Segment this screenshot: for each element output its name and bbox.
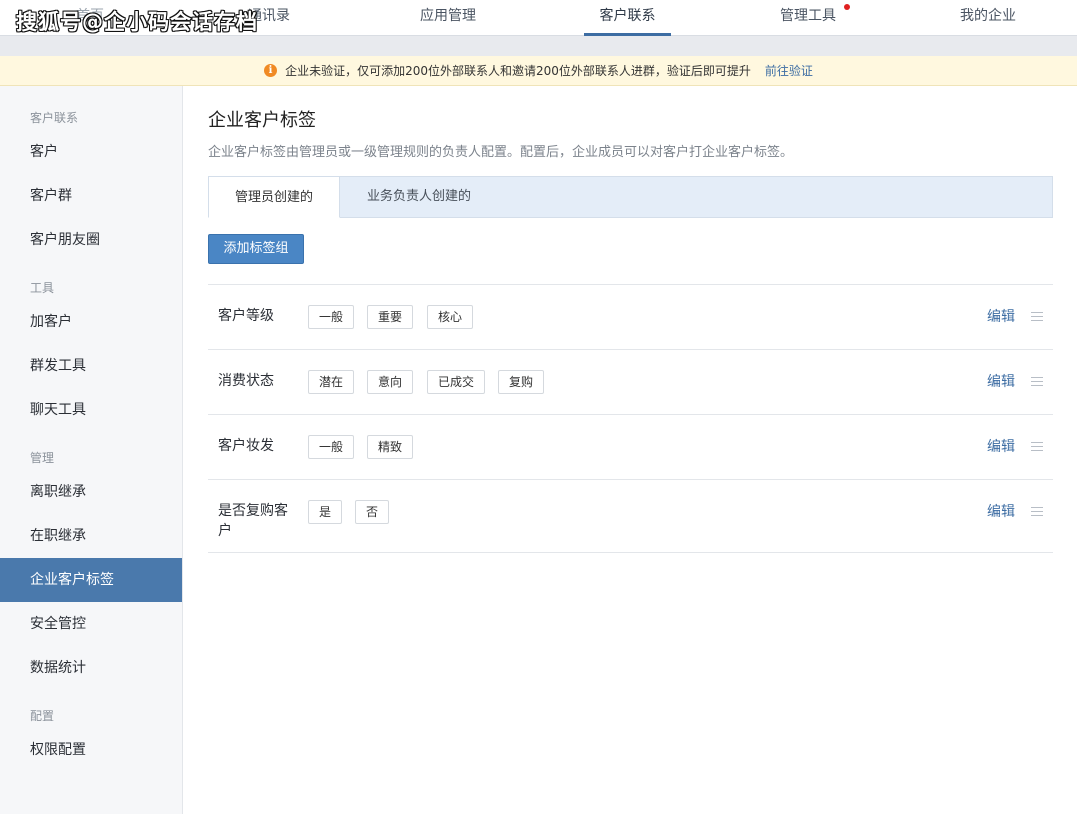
sidebar-item-customer-tags[interactable]: 企业客户标签 [0, 558, 182, 602]
tag-chip[interactable]: 一般 [308, 305, 354, 329]
edit-link[interactable]: 编辑 [987, 436, 1015, 456]
drag-handle-icon[interactable] [1031, 312, 1043, 321]
sidebar-group-tools: 工具 [30, 281, 55, 295]
tag-group-row: 是否复购客户 是 否 编辑 [208, 480, 1053, 553]
watermark: 搜狐号@企小码会话存档 [16, 10, 258, 34]
tag-chip[interactable]: 是 [308, 500, 342, 524]
tag-chip[interactable]: 潜在 [308, 370, 354, 394]
nav-my-enterprise[interactable]: 我的企业 [952, 0, 1024, 36]
nav-management-tools[interactable]: 管理工具 [772, 0, 850, 36]
sidebar-item-customer-groups[interactable]: 客户群 [0, 174, 182, 218]
edit-link[interactable]: 编辑 [987, 371, 1015, 391]
sidebar-item-onjob-inheritance[interactable]: 在职继承 [0, 514, 182, 558]
edit-link[interactable]: 编辑 [987, 501, 1015, 521]
tag-chip[interactable]: 复购 [498, 370, 544, 394]
nav-app-management[interactable]: 应用管理 [412, 0, 484, 36]
tag-chip[interactable]: 核心 [427, 305, 473, 329]
verification-notice: i 企业未验证，仅可添加200位外部联系人和邀请200位外部联系人进群，验证后即… [0, 56, 1077, 86]
sidebar-item-resigned-inheritance[interactable]: 离职继承 [0, 470, 182, 514]
tag-group-row: 客户妆发 一般 精致 编辑 [208, 415, 1053, 480]
tag-chip[interactable]: 精致 [367, 435, 413, 459]
drag-handle-icon[interactable] [1031, 377, 1043, 386]
notice-text: 企业未验证，仅可添加200位外部联系人和邀请200位外部联系人进群，验证后即可提… [285, 64, 751, 78]
tag-group-list: 客户等级 一般 重要 核心 编辑 消费状态 潜在 意向 已成交 复购 编辑 客户… [208, 284, 1053, 553]
nav-customer-contact[interactable]: 客户联系 [584, 0, 671, 36]
sidebar-item-chat-tools[interactable]: 聊天工具 [0, 388, 182, 432]
info-icon: i [264, 64, 278, 77]
page-description: 企业客户标签由管理员或一级管理规则的负责人配置。配置后，企业成员可以对客户打企业… [208, 145, 794, 160]
tab-bar: 管理员创建的 业务负责人创建的 [208, 176, 1053, 218]
sidebar-item-security[interactable]: 安全管控 [0, 602, 182, 646]
sidebar-item-statistics[interactable]: 数据统计 [0, 646, 182, 690]
sidebar-group-customer-contact: 客户联系 [30, 111, 79, 125]
sidebar-group-management: 管理 [30, 451, 55, 465]
tag-chip[interactable]: 意向 [367, 370, 413, 394]
header-spacer [0, 36, 1077, 56]
sidebar-item-add-customer[interactable]: 加客户 [0, 300, 182, 344]
drag-handle-icon[interactable] [1031, 507, 1043, 516]
tag-group-name: 客户等级 [218, 308, 274, 324]
page-title: 企业客户标签 [208, 110, 316, 131]
sidebar: 客户联系 客户 客户群 客户朋友圈 工具 加客户 群发工具 聊天工具 管理 离职… [0, 86, 183, 814]
edit-link[interactable]: 编辑 [987, 306, 1015, 326]
drag-handle-icon[interactable] [1031, 442, 1043, 451]
sidebar-item-broadcast[interactable]: 群发工具 [0, 344, 182, 388]
tag-group-name: 是否复购客户 [218, 503, 288, 539]
sidebar-item-moments[interactable]: 客户朋友圈 [0, 218, 182, 262]
verify-link[interactable]: 前往验证 [765, 62, 813, 79]
sidebar-group-config: 配置 [30, 709, 55, 723]
notification-dot-icon [844, 4, 850, 10]
tab-admin-created[interactable]: 管理员创建的 [208, 176, 340, 218]
nav-management-tools-label: 管理工具 [780, 8, 836, 24]
add-tag-group-button[interactable]: 添加标签组 [208, 234, 304, 264]
top-navigation: 首页 通讯录 应用管理 客户联系 管理工具 我的企业 搜狐号@企小码会话存档 [0, 0, 1077, 36]
tag-chip[interactable]: 一般 [308, 435, 354, 459]
tag-group-row: 消费状态 潜在 意向 已成交 复购 编辑 [208, 350, 1053, 415]
tag-group-name: 消费状态 [218, 373, 274, 389]
sidebar-item-customers[interactable]: 客户 [0, 130, 182, 174]
tag-chip[interactable]: 重要 [367, 305, 413, 329]
sidebar-item-permissions[interactable]: 权限配置 [0, 728, 182, 772]
tab-business-owner-created[interactable]: 业务负责人创建的 [355, 176, 483, 218]
tag-group-name: 客户妆发 [218, 438, 274, 454]
tag-group-row: 客户等级 一般 重要 核心 编辑 [208, 285, 1053, 350]
tag-chip[interactable]: 否 [355, 500, 389, 524]
tag-chip[interactable]: 已成交 [427, 370, 485, 394]
